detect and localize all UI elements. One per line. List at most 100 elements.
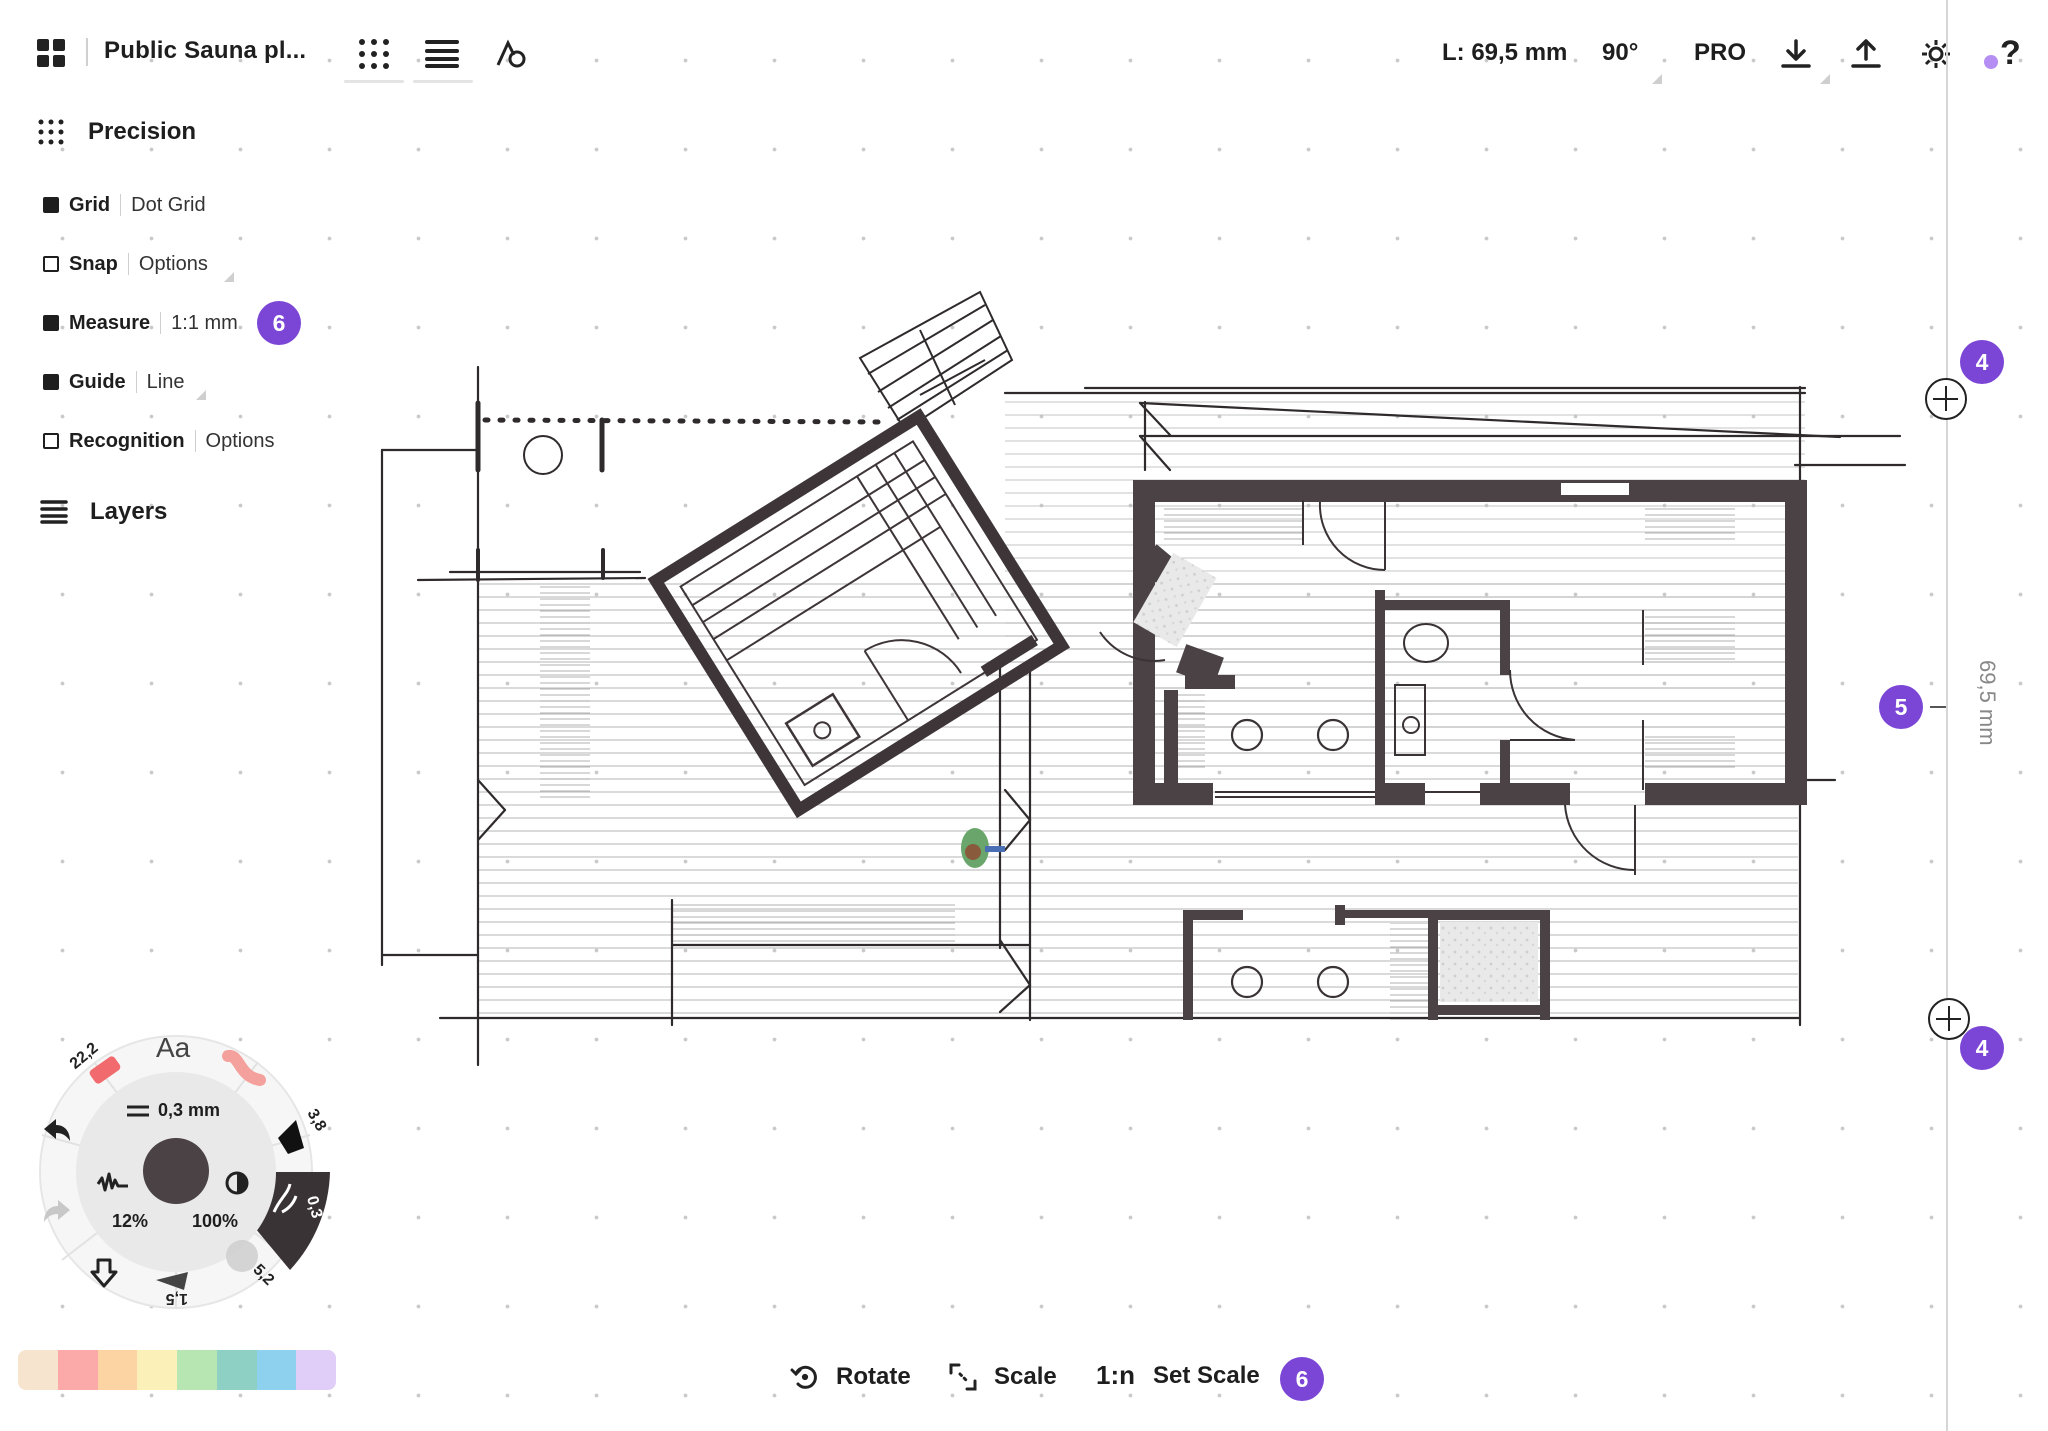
marker-size: 3,8 xyxy=(304,1106,328,1134)
upload-button[interactable] xyxy=(1846,34,1886,74)
selection-tool[interactable] xyxy=(86,1256,126,1296)
precision-grid-icon xyxy=(359,39,389,69)
precision-row-snap[interactable]: Snap Options xyxy=(43,249,208,279)
length-readout: L: 69,5 mm xyxy=(1442,39,1568,66)
palette-swatch[interactable] xyxy=(18,1350,58,1390)
pen-size: 0,3 xyxy=(303,1194,325,1220)
eraser-icon: 22,2 xyxy=(67,1040,121,1084)
scale-icon xyxy=(949,1363,977,1391)
precision-toggle-button[interactable] xyxy=(354,34,394,74)
ratio-icon: 1:n xyxy=(1096,1360,1135,1390)
guide-dimension-tick xyxy=(1930,706,1946,708)
stroke-width-icon xyxy=(127,1105,149,1116)
shapes-button[interactable] xyxy=(492,34,532,74)
eraser-tool[interactable]: 22,2 xyxy=(62,1040,132,1090)
layers-title: Layers xyxy=(90,498,168,525)
layers-header[interactable]: Layers xyxy=(40,498,167,526)
download-options-corner[interactable] xyxy=(1820,74,1830,84)
smoothing-value: 12% xyxy=(112,1211,149,1231)
palette-swatch[interactable] xyxy=(216,1350,257,1390)
undo-button[interactable] xyxy=(40,1115,74,1149)
rotate-button[interactable]: Rotate xyxy=(790,1362,911,1392)
download-button[interactable] xyxy=(1776,34,1816,74)
shapes-icon xyxy=(496,39,526,68)
recognition-checkbox[interactable] xyxy=(43,433,59,449)
guide-dimension-badge: 5 xyxy=(1879,685,1923,729)
precision-active-indicator xyxy=(344,80,404,83)
guide-value[interactable]: Line xyxy=(147,371,185,394)
snap-checkbox[interactable] xyxy=(43,256,59,272)
redo-button[interactable] xyxy=(40,1196,74,1230)
brush-size: 1,5 xyxy=(166,1290,188,1307)
guide-dimension-label: 69,5 mm xyxy=(1975,660,2000,746)
guide-top-badge: 4 xyxy=(1960,340,2004,384)
guide-checkbox[interactable] xyxy=(43,374,59,390)
text-tool[interactable]: Aa xyxy=(156,1032,190,1064)
precision-row-guide[interactable]: Guide Line xyxy=(43,367,184,397)
recognition-options[interactable]: Options xyxy=(206,430,275,453)
angle-options-corner[interactable] xyxy=(1652,74,1662,84)
marker-tool[interactable]: 3,8 xyxy=(268,1098,329,1168)
measure-value[interactable]: 1:1 mm xyxy=(171,312,238,335)
guide-bottom-badge: 4 xyxy=(1960,1026,2004,1070)
opacity-value: 100% xyxy=(192,1211,239,1231)
help-button[interactable]: ? xyxy=(1982,34,2022,74)
snap-label: Snap xyxy=(69,252,118,275)
palette-swatch[interactable] xyxy=(256,1350,297,1390)
grid-value[interactable]: Dot Grid xyxy=(131,194,205,217)
grid-checkbox[interactable] xyxy=(43,197,59,213)
palette-swatch[interactable] xyxy=(296,1350,336,1390)
set-scale-badge: 6 xyxy=(1280,1357,1324,1401)
measure-checkbox[interactable] xyxy=(43,315,59,331)
precision-row-grid[interactable]: Grid Dot Grid xyxy=(43,190,206,220)
layers-icon xyxy=(425,40,459,68)
smoothing-control[interactable] xyxy=(96,1170,130,1201)
measure-label: Measure xyxy=(69,311,151,334)
layers-icon xyxy=(40,500,68,524)
guide-options-corner[interactable] xyxy=(196,390,206,400)
set-scale-button[interactable]: 1:n Set Scale xyxy=(1096,1360,1260,1391)
color-palette[interactable] xyxy=(18,1350,336,1390)
settings-button[interactable] xyxy=(1916,34,1956,74)
airbrush-tool[interactable]: 5,2 xyxy=(222,1236,282,1296)
layers-toggle-button[interactable] xyxy=(422,34,462,74)
stroke-width-value: 0,3 mm xyxy=(158,1100,221,1120)
snap-options[interactable]: Options xyxy=(139,253,208,276)
row-divider xyxy=(127,253,129,275)
pen-icon: 0,3 xyxy=(272,1183,325,1220)
stroke-width-control[interactable]: 0,3 mm xyxy=(126,1100,220,1121)
gallery-button[interactable] xyxy=(34,36,68,70)
precision-row-recognition[interactable]: Recognition Options xyxy=(43,426,274,456)
scale-button[interactable]: Scale xyxy=(948,1362,1057,1392)
precision-row-measure[interactable]: Measure 1:1 mm xyxy=(43,308,238,338)
rotate-icon xyxy=(790,1365,817,1389)
precision-title: Precision xyxy=(88,118,197,145)
ink-brush-tool[interactable]: 1,5 xyxy=(150,1262,210,1322)
row-divider xyxy=(135,371,137,393)
recognition-label: Recognition xyxy=(69,429,185,452)
palette-swatch[interactable] xyxy=(177,1350,217,1390)
brush-tool[interactable] xyxy=(220,1046,270,1096)
row-divider xyxy=(160,312,162,334)
upload-icon xyxy=(1851,39,1881,68)
undo-icon xyxy=(44,1119,70,1141)
current-color-swatch[interactable] xyxy=(143,1138,209,1204)
palette-swatch[interactable] xyxy=(97,1350,138,1390)
palette-swatch[interactable] xyxy=(137,1350,177,1390)
pro-button[interactable]: PRO xyxy=(1694,39,1746,67)
guide-line[interactable] xyxy=(1946,0,1948,1431)
redo-icon xyxy=(44,1200,70,1222)
svg-text:?: ? xyxy=(2000,36,2021,72)
pen-tool-selected[interactable]: 0,3 xyxy=(268,1172,328,1242)
help-icon: ? xyxy=(1984,36,2021,72)
palette-swatch[interactable] xyxy=(57,1350,98,1390)
document-title[interactable]: Public Sauna pl... xyxy=(104,37,306,65)
precision-header[interactable]: Precision xyxy=(38,114,328,150)
guide-handle-top[interactable] xyxy=(1925,378,1967,420)
snap-options-corner[interactable] xyxy=(224,272,234,282)
row-divider xyxy=(194,430,196,452)
layers-active-indicator xyxy=(413,80,473,83)
precision-panel: Precision xyxy=(38,114,328,150)
smoothing-icon xyxy=(96,1172,128,1192)
opacity-control[interactable] xyxy=(224,1170,250,1201)
